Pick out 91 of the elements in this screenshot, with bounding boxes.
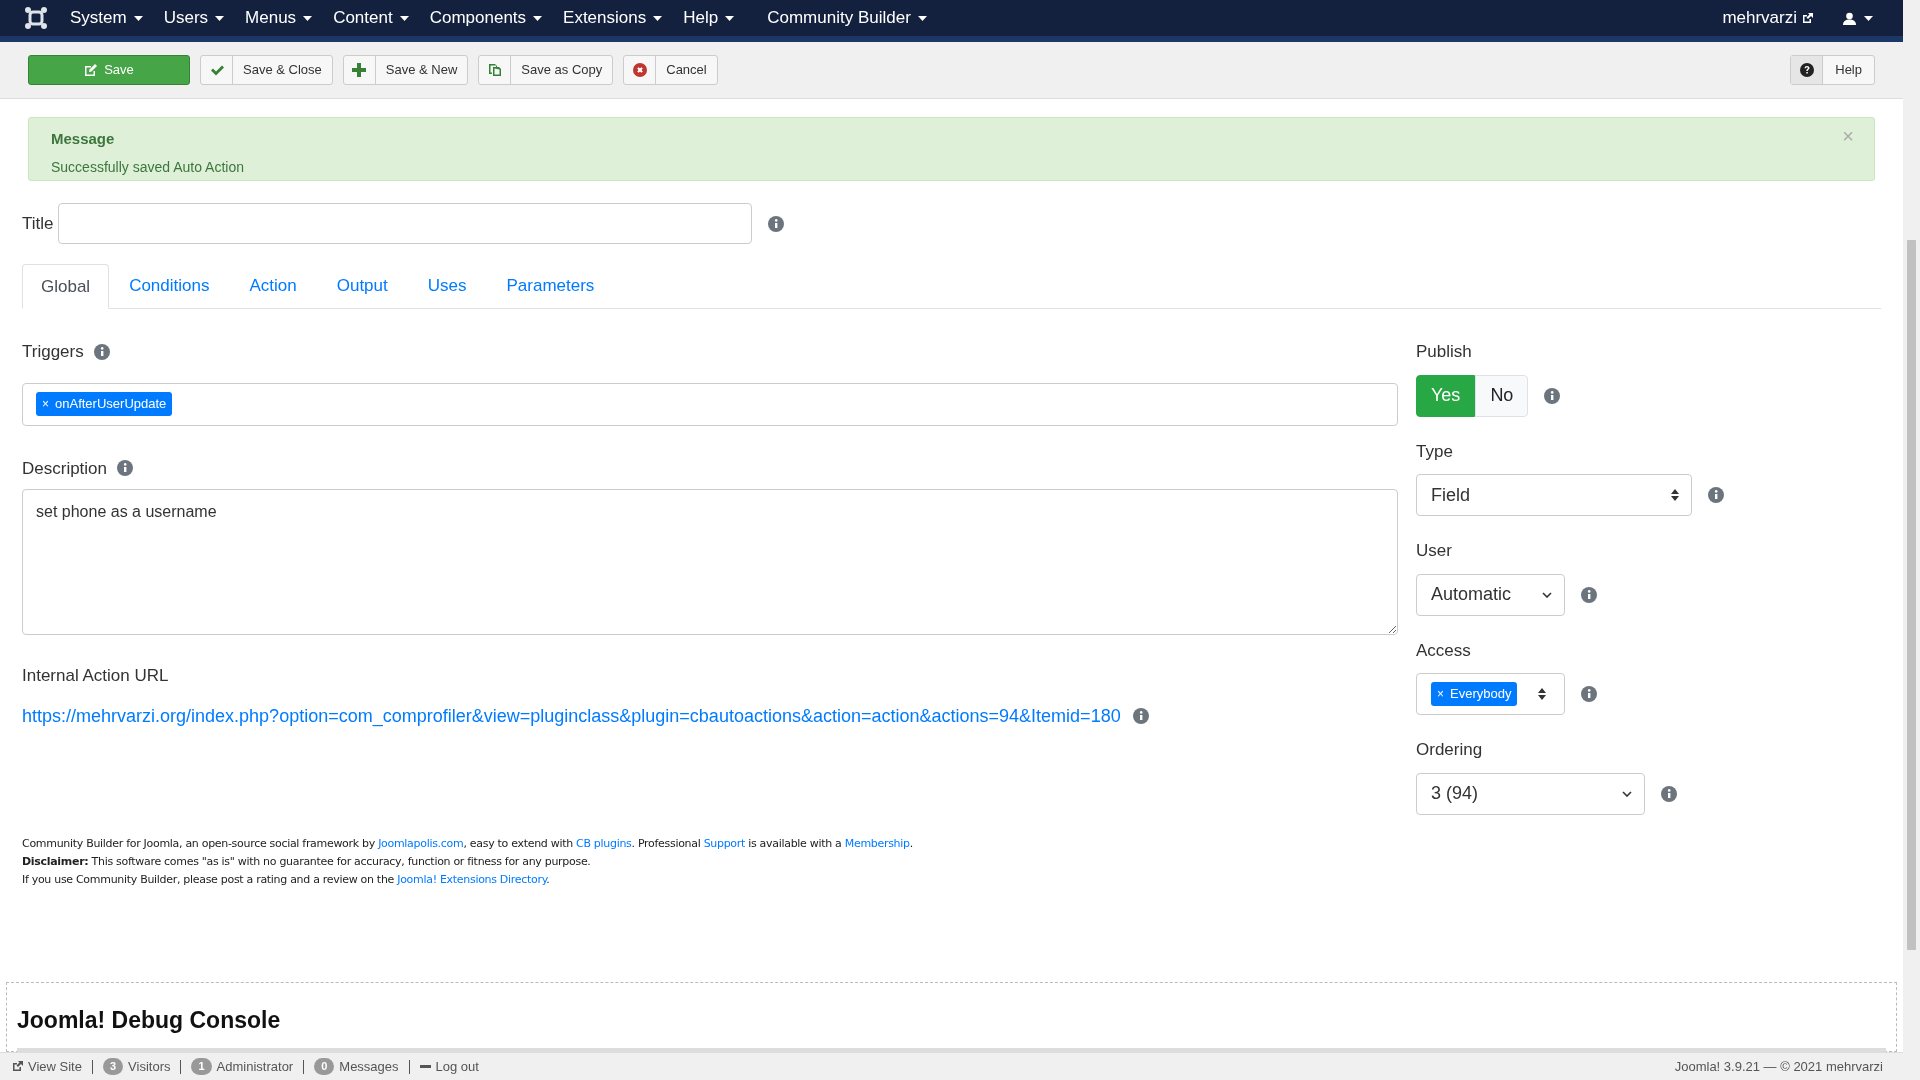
message-text: Successfully saved Auto Action [51, 157, 244, 177]
caret-icon [725, 15, 735, 21]
user-menu-button[interactable] [1843, 11, 1873, 25]
caret-icon [133, 15, 143, 21]
count-badge: 3 [102, 1058, 124, 1075]
status-link[interactable]: View Site [12, 1056, 82, 1077]
status-link[interactable]: 1 Administrator [191, 1056, 294, 1077]
menu-item[interactable]: Content [333, 5, 409, 31]
info-icon[interactable] [1544, 387, 1561, 404]
sort-arrows-icon [1671, 489, 1679, 501]
description-textarea[interactable]: set phone as a username [22, 489, 1398, 635]
external-link-icon [12, 1061, 23, 1072]
info-icon[interactable] [117, 460, 134, 477]
triggers-field[interactable]: × onAfterUserUpdate [22, 382, 1398, 426]
access-label: Access [1416, 639, 1471, 662]
info-icon[interactable] [1708, 487, 1724, 503]
menu-item[interactable]: Community Builder [767, 5, 927, 31]
footer-text: If you use Community Builder, please post a rating and a review on the Joomla! Extensions Directory. [22, 871, 551, 888]
info-icon[interactable] [767, 215, 784, 232]
remove-tag-button[interactable]: × [42, 395, 49, 413]
status-link[interactable]: 0 Messages [314, 1056, 399, 1077]
count-badge: 0 [314, 1058, 335, 1075]
count-badge: 1 [191, 1058, 212, 1075]
type-label: Type [1416, 440, 1453, 463]
caret-icon [653, 15, 663, 21]
caret-icon [215, 15, 225, 21]
tab[interactable]: Uses [407, 263, 487, 308]
tab[interactable]: Output [316, 263, 408, 308]
access-tag[interactable]: × Everybody [1431, 682, 1518, 706]
footer-link[interactable]: Membership [844, 836, 910, 850]
chevron-down-icon [1622, 790, 1632, 797]
message-heading: Message [51, 129, 115, 149]
ordering-label: Ordering [1416, 739, 1483, 761]
menu-item[interactable]: Users [163, 5, 225, 31]
external-link-icon [1802, 12, 1813, 24]
caret-icon [303, 15, 313, 21]
user-link[interactable]: mehrvarzi [1722, 5, 1813, 31]
footer-link[interactable]: CB plugins [576, 836, 632, 850]
remove-tag-button[interactable]: × [1437, 685, 1444, 703]
joomla-logo-icon[interactable] [24, 6, 48, 30]
type-select[interactable]: Field [1416, 474, 1692, 516]
toolbar-button[interactable]: Save as Copy [478, 55, 614, 85]
help-button[interactable]: Help [1790, 55, 1875, 85]
caret-icon [533, 15, 543, 21]
triggers-label: Triggers [22, 341, 84, 363]
publish-label: Publish [1416, 341, 1472, 363]
toolbar-button[interactable]: Save & New [342, 55, 469, 85]
chevron-down-icon [1542, 591, 1552, 598]
edit-icon [84, 63, 99, 77]
toolbar-button[interactable]: Save & Close [200, 55, 333, 85]
footer-text: Community Builder for Joomla, an open-source social framework by Joomlapolis.com, easy to extend with CB plugins. Professional Support is available with a Membership. [22, 835, 914, 852]
footer-text: Disclaimer: This software comes "as is" with no guarantee for accuracy, function or fitness for any purpose. [22, 853, 592, 870]
tab[interactable]: Action [229, 263, 317, 308]
user-icon [1843, 11, 1856, 25]
menu-item[interactable]: System [70, 5, 143, 31]
publish-option[interactable]: No [1475, 374, 1529, 417]
title-label: Title [22, 212, 54, 235]
trigger-tag[interactable]: × onAfterUserUpdate [36, 392, 173, 416]
question-icon [1791, 56, 1824, 84]
status-link[interactable]: 3 Visitors [102, 1056, 171, 1077]
tab[interactable]: Global [22, 264, 110, 309]
caret-icon [917, 15, 927, 21]
logout-link[interactable]: Log out [419, 1056, 479, 1077]
ordering-select[interactable]: 3 (94) [1416, 772, 1645, 815]
footer-link[interactable]: Support [703, 836, 746, 850]
menu-item[interactable]: Extensions [563, 5, 663, 31]
info-icon[interactable] [1661, 785, 1677, 802]
debug-console-title: Joomla! Debug Console [17, 1007, 281, 1033]
user-label: User [1416, 540, 1452, 562]
scrollbar[interactable] [1903, 0, 1920, 1080]
info-icon[interactable] [1581, 586, 1597, 603]
tab[interactable]: Parameters [486, 263, 615, 308]
info-icon[interactable] [93, 343, 110, 360]
user-select[interactable]: Automatic [1416, 573, 1565, 616]
caret-icon [399, 15, 409, 21]
info-icon[interactable] [1581, 686, 1597, 702]
caret-icon [1864, 15, 1873, 21]
menu-item[interactable]: Help [683, 5, 735, 31]
minus-icon [419, 1065, 431, 1068]
toolbar-button[interactable]: Cancel [623, 55, 718, 85]
title-input[interactable] [57, 203, 752, 244]
description-label: Description [22, 457, 108, 480]
info-icon[interactable] [1132, 708, 1149, 724]
menu-item[interactable]: Components [429, 5, 543, 31]
tab[interactable]: Conditions [109, 263, 230, 308]
menu-item[interactable]: Menus [245, 5, 313, 31]
sort-arrows-icon [1538, 688, 1546, 700]
access-select[interactable]: × Everybody [1416, 673, 1565, 715]
version-text: Joomla! 3.9.21 — © 2021 mehrvarzi [1674, 1057, 1883, 1076]
internal-url-link[interactable]: https://mehrvarzi.org/index.php?option=com_comprofiler&view=pluginclass&plugin=cbautoactions&action=action&actions=94&Itemid=180 [22, 702, 1121, 730]
internal-url-label: Internal Action URL [22, 665, 169, 687]
